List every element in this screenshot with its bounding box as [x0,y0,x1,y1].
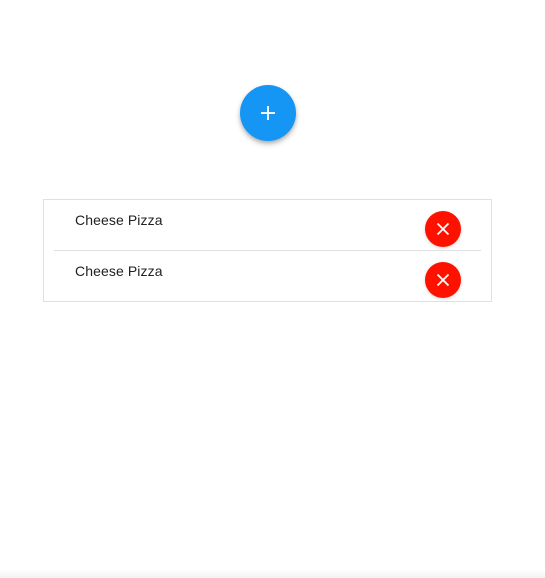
list-item: Cheese Pizza [44,251,491,302]
close-icon [436,273,450,287]
bottom-edge-shadow [0,570,545,578]
item-label: Cheese Pizza [75,263,163,279]
item-list: Cheese Pizza Cheese Pizza [43,199,492,302]
delete-item-button[interactable] [425,262,461,298]
close-icon [436,222,450,236]
plus-icon [261,106,275,120]
add-item-button[interactable] [240,85,296,141]
delete-item-button[interactable] [425,211,461,247]
page: Cheese Pizza Cheese Pizza [0,0,545,578]
item-label: Cheese Pizza [75,212,163,228]
list-item: Cheese Pizza [54,200,481,251]
